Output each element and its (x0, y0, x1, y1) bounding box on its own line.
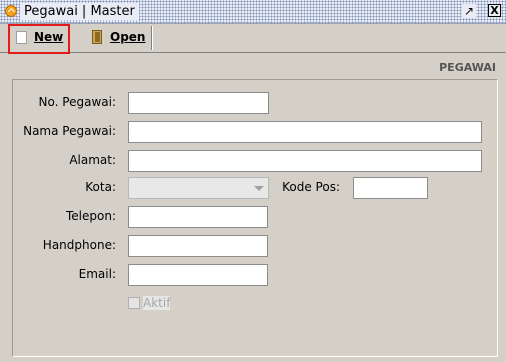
checkbox-icon (128, 297, 140, 309)
nama-pegawai-label: Nama Pegawai: (23, 124, 116, 138)
door-icon (90, 30, 104, 44)
telepon-label: Telepon: (66, 209, 116, 223)
new-button-highlight (8, 24, 70, 54)
aktif-label: Aktif (143, 296, 171, 310)
toolbar-separator (151, 26, 153, 50)
section-title: PEGAWAI (439, 61, 496, 74)
open-button[interactable]: Open (90, 26, 145, 48)
restore-icon[interactable]: ↗ (462, 4, 476, 18)
email-input[interactable] (128, 264, 268, 286)
window-title: Pegawai | Master (20, 3, 139, 20)
handphone-input[interactable] (128, 235, 268, 257)
alamat-input[interactable] (128, 150, 482, 172)
aktif-checkbox[interactable]: Aktif (128, 296, 171, 310)
no-pegawai-input[interactable] (128, 92, 269, 114)
close-button[interactable]: X (488, 4, 501, 17)
title-bar: Pegawai | Master ↗ X (0, 0, 506, 24)
toolbar: New Open (0, 24, 506, 53)
kota-label: Kota: (85, 180, 116, 194)
handphone-label: Handphone: (42, 238, 116, 252)
nama-pegawai-input[interactable] (128, 121, 482, 143)
no-pegawai-label: No. Pegawai: (38, 95, 116, 109)
kode-pos-input[interactable] (353, 177, 428, 199)
email-label: Email: (78, 267, 116, 281)
app-icon (5, 5, 17, 17)
alamat-label: Alamat: (69, 153, 116, 167)
telepon-input[interactable] (128, 206, 268, 228)
open-button-label: Open (110, 30, 146, 44)
kode-pos-label: Kode Pos: (282, 180, 340, 194)
